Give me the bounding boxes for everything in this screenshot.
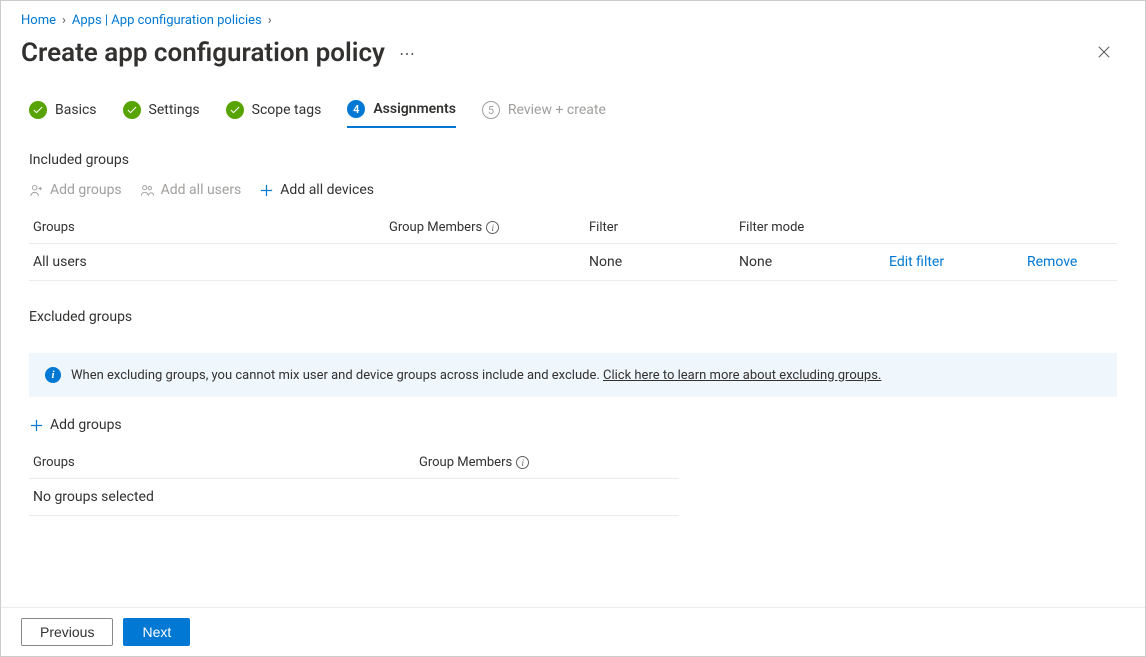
tool-label: Add groups bbox=[50, 182, 122, 198]
table-row: All users None None Edit filter Remove bbox=[29, 244, 1117, 281]
wizard-step-label: Basics bbox=[55, 102, 97, 118]
banner-learn-more-link[interactable]: Click here to learn more about excluding… bbox=[603, 368, 881, 383]
cell-filter: None bbox=[589, 254, 739, 270]
wizard-step-label: Scope tags bbox=[252, 102, 322, 118]
wizard-step-label: Review + create bbox=[508, 102, 606, 118]
empty-text: No groups selected bbox=[29, 489, 419, 505]
remove-link[interactable]: Remove bbox=[1027, 254, 1077, 270]
col-header-members: Group Members i bbox=[389, 220, 589, 235]
excluded-groups-label: Excluded groups bbox=[29, 309, 1117, 325]
table-header-row: Groups Group Members i Filter Filter mod… bbox=[29, 212, 1117, 244]
wizard-footer: Previous Next bbox=[1, 607, 1145, 656]
col-header-filter: Filter bbox=[589, 220, 739, 235]
info-icon[interactable]: i bbox=[516, 456, 529, 469]
content-area: Included groups Add groups Add all users… bbox=[1, 128, 1145, 623]
close-icon bbox=[1097, 45, 1111, 59]
checkmark-icon bbox=[29, 101, 47, 119]
add-groups-button[interactable]: Add groups bbox=[29, 180, 122, 200]
col-header-mode: Filter mode bbox=[739, 220, 889, 235]
included-toolbar: Add groups Add all users Add all devices bbox=[29, 180, 1117, 200]
cell-group: All users bbox=[29, 254, 389, 270]
cell-mode: None bbox=[739, 254, 889, 270]
wizard-step-basics[interactable]: Basics bbox=[29, 101, 97, 127]
edit-filter-link[interactable]: Edit filter bbox=[889, 254, 944, 270]
table-header-row: Groups Group Members i bbox=[29, 447, 679, 479]
more-actions-button[interactable]: ⋯ bbox=[399, 44, 415, 63]
tool-label: Add groups bbox=[50, 417, 122, 433]
plus-icon bbox=[259, 183, 274, 198]
tool-label: Add all devices bbox=[280, 182, 374, 198]
checkmark-icon bbox=[123, 101, 141, 119]
col-header-groups: Groups bbox=[29, 455, 419, 470]
add-all-users-button[interactable]: Add all users bbox=[140, 180, 242, 200]
cell-members bbox=[389, 254, 589, 270]
banner-text: When excluding groups, you cannot mix us… bbox=[71, 368, 881, 383]
included-groups-label: Included groups bbox=[29, 152, 1117, 168]
info-icon[interactable]: i bbox=[486, 221, 499, 234]
col-header-members: Group Members i bbox=[419, 455, 679, 470]
col-header-groups: Groups bbox=[29, 220, 389, 235]
plus-icon bbox=[29, 418, 44, 433]
wizard-step-settings[interactable]: Settings bbox=[123, 101, 200, 127]
add-groups-excluded-button[interactable]: Add groups bbox=[29, 415, 122, 435]
page-title: Create app configuration policy bbox=[21, 38, 385, 68]
chevron-right-icon: › bbox=[268, 13, 272, 28]
step-number-icon: 4 bbox=[347, 100, 365, 118]
info-icon: i bbox=[45, 367, 61, 383]
close-button[interactable] bbox=[1089, 40, 1119, 67]
checkmark-icon bbox=[226, 101, 244, 119]
breadcrumb-apps[interactable]: Apps | App configuration policies bbox=[72, 13, 262, 28]
previous-button[interactable]: Previous bbox=[21, 618, 113, 646]
wizard-step-label: Settings bbox=[149, 102, 200, 118]
people-icon bbox=[140, 183, 155, 198]
excluded-groups-table: Groups Group Members i No groups selecte… bbox=[29, 447, 1117, 516]
table-row-empty: No groups selected bbox=[29, 479, 679, 516]
chevron-right-icon: › bbox=[62, 13, 66, 28]
person-add-icon bbox=[29, 183, 44, 198]
wizard-step-label: Assignments bbox=[373, 101, 456, 117]
tool-label: Add all users bbox=[161, 182, 242, 198]
included-groups-table: Groups Group Members i Filter Filter mod… bbox=[29, 212, 1117, 281]
add-all-devices-button[interactable]: Add all devices bbox=[259, 180, 374, 200]
next-button[interactable]: Next bbox=[123, 618, 190, 646]
wizard-step-assignments[interactable]: 4 Assignments bbox=[347, 100, 456, 128]
breadcrumb-home[interactable]: Home bbox=[21, 13, 56, 28]
wizard-step-scope-tags[interactable]: Scope tags bbox=[226, 101, 322, 127]
info-banner: i When excluding groups, you cannot mix … bbox=[29, 353, 1117, 397]
wizard-steps: Basics Settings Scope tags 4 Assignments… bbox=[1, 82, 1145, 128]
page-header: Create app configuration policy ⋯ bbox=[1, 32, 1145, 82]
excluded-toolbar: Add groups bbox=[29, 415, 1117, 435]
step-number-icon: 5 bbox=[482, 101, 500, 119]
wizard-step-review: 5 Review + create bbox=[482, 101, 606, 127]
breadcrumb: Home › Apps | App configuration policies… bbox=[1, 1, 1145, 32]
